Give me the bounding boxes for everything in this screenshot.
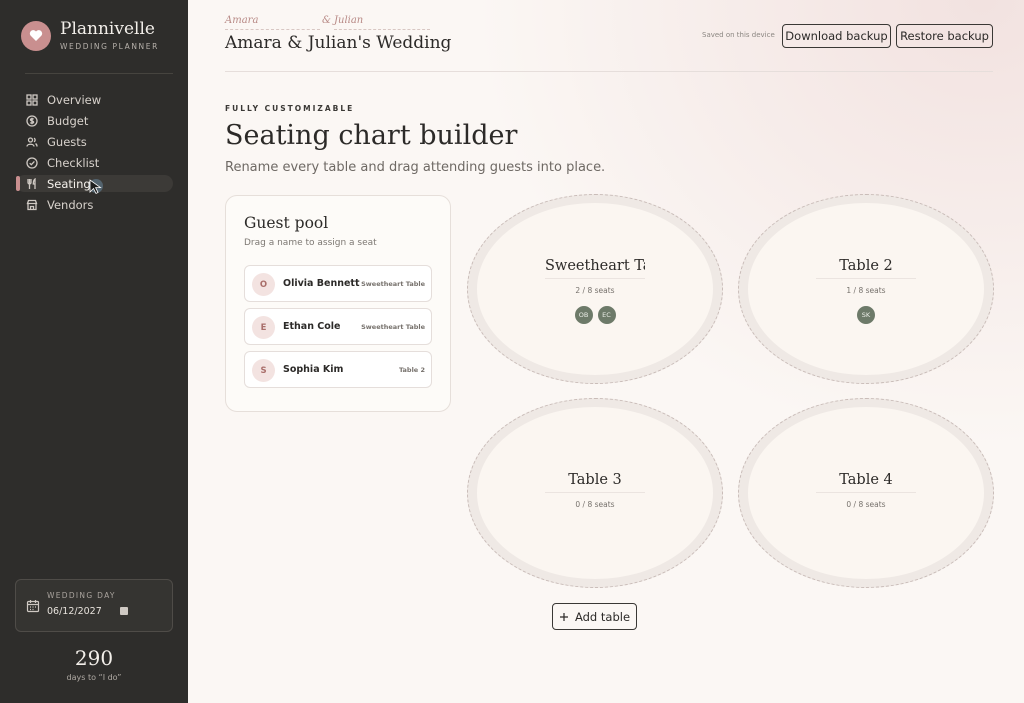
check-circle-icon — [26, 156, 38, 169]
guest-name: Olivia Bennett — [283, 278, 360, 289]
sidebar-item-label: Seating — [47, 176, 91, 191]
date-picker-icon[interactable] — [120, 607, 128, 615]
table-name-input[interactable]: Table 2 — [816, 258, 916, 279]
plus-icon — [559, 612, 568, 621]
guest-card[interactable]: S Sophia Kim Table 2 — [244, 351, 432, 388]
table-seat-count: 1 / 8 seats — [846, 286, 886, 295]
saved-note: Saved on this device — [702, 31, 775, 39]
avatar: E — [252, 316, 275, 339]
main-content: Amara & Julian Amara & Julian's Wedding … — [188, 0, 1024, 703]
seated-guest-chip[interactable]: OB — [573, 305, 594, 325]
sidebar-item-label: Checklist — [47, 155, 100, 170]
table-seat-count: 2 / 8 seats — [575, 286, 615, 295]
guest-pool-subtitle: Drag a name to assign a seat — [244, 238, 377, 248]
ampersand: & — [322, 15, 331, 26]
sidebar-item-label: Vendors — [47, 197, 94, 212]
countdown: 290 days to “I do” — [0, 646, 188, 682]
sidebar-item-label: Budget — [47, 113, 89, 128]
users-icon — [26, 136, 38, 147]
page-eyebrow: FULLY CUSTOMIZABLE — [225, 104, 355, 113]
wedding-date-input[interactable]: 06/12/2027 — [47, 606, 102, 617]
table-surface — [748, 407, 984, 579]
table-card[interactable]: Sweetheart Ta 2 / 8 seats OB EC — [467, 194, 723, 384]
app-subtitle: WEDDING PLANNER — [60, 42, 159, 51]
store-icon — [26, 199, 38, 210]
table-card[interactable]: Table 3 0 / 8 seats — [467, 398, 723, 588]
sidebar-item-label: Overview — [47, 92, 102, 107]
utensils-icon — [27, 177, 36, 189]
mouse-cursor-icon — [89, 179, 105, 199]
guest-pool-title: Guest pool — [244, 214, 329, 232]
partner1-input[interactable]: Amara — [225, 15, 320, 30]
heart-icon — [21, 20, 51, 51]
download-backup-button[interactable]: Download backup — [782, 24, 891, 48]
table-card[interactable]: Table 2 1 / 8 seats SK — [738, 194, 994, 384]
guest-name: Ethan Cole — [283, 321, 341, 332]
sidebar-item-checklist[interactable]: Checklist — [16, 154, 173, 171]
wedding-day-card: WEDDING DAY 06/12/2027 — [15, 579, 173, 632]
guest-card[interactable]: E Ethan Cole Sweetheart Table — [244, 308, 432, 345]
guest-card[interactable]: O Olivia Bennett Sweetheart Table — [244, 265, 432, 302]
avatar: O — [252, 273, 275, 296]
restore-backup-button[interactable]: Restore backup — [896, 24, 993, 48]
add-table-label: Add table — [574, 609, 631, 624]
brand: Plannivelle WEDDING PLANNER — [21, 20, 159, 51]
sidebar-item-overview[interactable]: Overview — [16, 91, 173, 108]
table-seat-count: 0 / 8 seats — [575, 500, 615, 509]
countdown-days: 290 — [74, 646, 114, 670]
countdown-label: days to “I do” — [66, 673, 122, 682]
grid-icon — [26, 93, 38, 106]
sidebar-divider — [25, 73, 173, 74]
sidebar-item-label: Guests — [47, 134, 87, 149]
sidebar-item-budget[interactable]: Budget — [16, 112, 173, 129]
seated-guests: OB EC — [467, 305, 723, 325]
guest-table-badge: Sweetheart Table — [361, 323, 425, 331]
dollar-circle-icon — [26, 114, 38, 127]
seated-guests: SK — [738, 305, 994, 325]
sidebar: Plannivelle WEDDING PLANNER Overview Bud… — [0, 0, 188, 703]
guest-table-badge: Table 2 — [398, 366, 425, 374]
page-subtitle: Rename every table and drag attending gu… — [225, 160, 606, 175]
table-card[interactable]: Table 4 0 / 8 seats — [738, 398, 994, 588]
table-name-input[interactable]: Table 4 — [816, 472, 916, 493]
wedding-title: Amara & Julian's Wedding — [225, 33, 452, 53]
guest-pool: Guest pool Drag a name to assign a seat … — [225, 195, 451, 412]
app-name: Plannivelle — [60, 19, 155, 39]
wedding-day-label: WEDDING DAY — [47, 591, 116, 600]
page-title: Seating chart builder — [225, 120, 518, 151]
partner2-input[interactable]: Julian — [334, 15, 430, 30]
avatar: S — [252, 359, 275, 382]
sidebar-item-guests[interactable]: Guests — [16, 133, 173, 150]
seated-guest-chip[interactable]: SK — [856, 305, 876, 325]
guest-table-badge: Sweetheart Table — [361, 280, 425, 288]
guest-name: Sophia Kim — [283, 364, 344, 375]
table-name-input[interactable]: Sweetheart Ta — [545, 258, 645, 279]
calendar-icon — [26, 600, 40, 613]
seated-guest-chip[interactable]: EC — [596, 305, 617, 325]
table-name-input[interactable]: Table 3 — [545, 472, 645, 493]
header-divider — [225, 71, 993, 72]
table-surface — [477, 407, 713, 579]
couple-names: Amara & Julian Amara & Julian's Wedding — [225, 15, 451, 53]
table-seat-count: 0 / 8 seats — [846, 500, 886, 509]
add-table-button[interactable]: Add table — [552, 603, 637, 630]
